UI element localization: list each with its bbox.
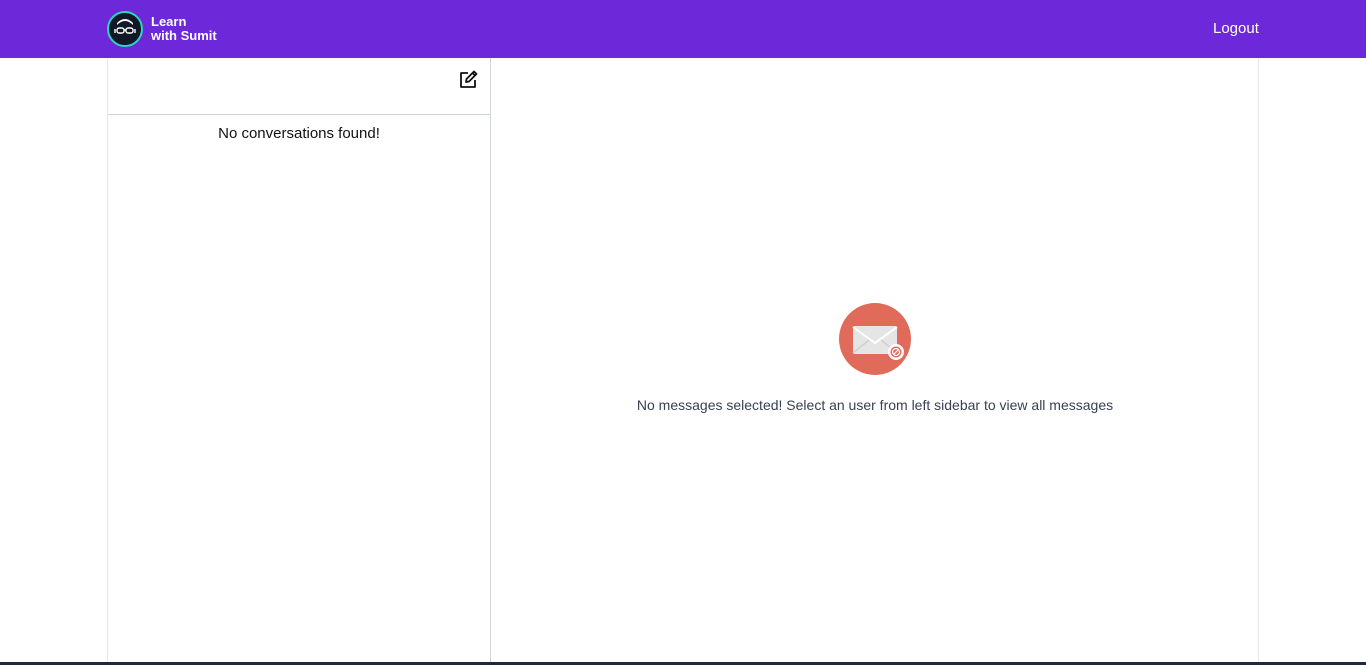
brand-line-2: with Sumit (151, 28, 217, 43)
no-messages-text: No messages selected! Select an user fro… (636, 397, 1114, 413)
no-conversations-text: No conversations found! (218, 125, 380, 142)
brand-text: Learn with Sumit (151, 15, 217, 43)
mail-blocked-icon (839, 303, 911, 375)
brand-logo[interactable]: Learn with Sumit (107, 11, 217, 47)
message-panel: No messages selected! Select an user fro… (491, 58, 1259, 665)
empty-state: No messages selected! Select an user fro… (491, 303, 1259, 413)
edit-icon[interactable] (457, 69, 479, 91)
brand-line-1: Learn (151, 14, 187, 29)
top-navbar: Learn with Sumit Logout (0, 0, 1366, 58)
conversation-sidebar: No conversations found! (107, 58, 491, 665)
logout-button[interactable]: Logout (1213, 20, 1259, 37)
sidebar-header (108, 58, 490, 115)
avatar-glasses-icon (107, 11, 143, 47)
